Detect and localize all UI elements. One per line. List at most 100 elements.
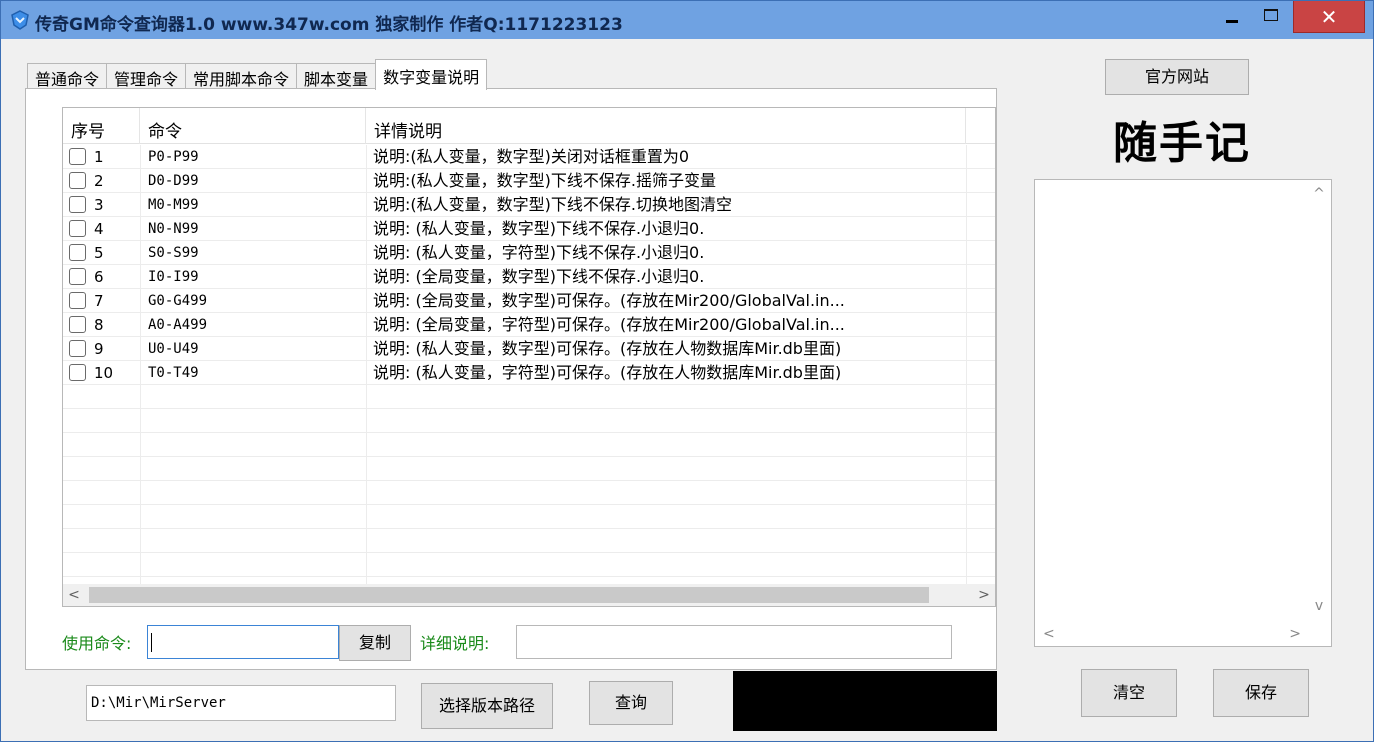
- table-row[interactable]: 2 D0-D99 说明:(私人变量，数字型)下线不保存.摇筛子变量: [63, 169, 995, 193]
- row-description: 说明:(私人变量，数字型)下线不保存.切换地图清空: [373, 195, 732, 214]
- scroll-right-icon[interactable]: >: [1289, 626, 1301, 642]
- black-panel: [733, 671, 997, 731]
- horizontal-scrollbar[interactable]: < >: [63, 584, 995, 606]
- detail-description-label: 详细说明:: [420, 634, 490, 653]
- row-checkbox[interactable]: [69, 220, 86, 237]
- row-checkbox[interactable]: [69, 316, 86, 333]
- row-command: I0-I99: [148, 269, 199, 285]
- row-description: 说明: (全局变量，字符型)可保存。(存放在Mir200/GlobalVal.i…: [373, 315, 845, 334]
- tab-admin-commands[interactable]: 管理命令: [106, 63, 187, 89]
- official-site-button[interactable]: 官方网站: [1105, 59, 1249, 95]
- column-header-description[interactable]: 详情说明: [366, 108, 966, 144]
- query-button[interactable]: 查询: [589, 681, 673, 725]
- row-checkbox[interactable]: [69, 172, 86, 189]
- table-row[interactable]: 10 T0-T49 说明: (私人变量，字符型)可保存。(存放在人物数据库Mir…: [63, 361, 995, 385]
- empty-row: [63, 433, 995, 457]
- app-icon: [11, 10, 29, 30]
- table-row[interactable]: 9 U0-U49 说明: (私人变量，数字型)可保存。(存放在人物数据库Mir.…: [63, 337, 995, 361]
- maximize-icon: [1264, 9, 1278, 21]
- list-header: 序号 命令 详情说明: [63, 108, 995, 144]
- tab-panel: 序号 命令 详情说明 1 P0-P99 说明:(私人变量，数字型)关闭对话框重置…: [25, 88, 997, 670]
- row-command: G0-G499: [148, 293, 208, 309]
- row-description: 说明: (全局变量，数字型)下线不保存.小退归0.: [373, 267, 705, 286]
- scroll-down-icon[interactable]: v: [1311, 598, 1327, 614]
- scroll-right-icon[interactable]: >: [973, 584, 995, 606]
- row-checkbox[interactable]: [69, 340, 86, 357]
- row-checkbox[interactable]: [69, 292, 86, 309]
- save-button[interactable]: 保存: [1213, 669, 1309, 717]
- table-row[interactable]: 5 S0-S99 说明: (私人变量，字符型)下线不保存.小退归0.: [63, 241, 995, 265]
- row-checkbox[interactable]: [69, 268, 86, 285]
- copy-button[interactable]: 复制: [339, 625, 411, 661]
- maximize-button[interactable]: [1253, 1, 1289, 33]
- list-rows: 1 P0-P99 说明:(私人变量，数字型)关闭对话框重置为0 2 D0-D99…: [63, 145, 995, 577]
- table-row[interactable]: 6 I0-I99 说明: (全局变量，数字型)下线不保存.小退归0.: [63, 265, 995, 289]
- empty-row: [63, 409, 995, 433]
- row-number: 3: [94, 196, 104, 214]
- empty-row: [63, 553, 995, 577]
- scroll-left-icon[interactable]: <: [1043, 626, 1055, 642]
- client-area: 普通命令 管理命令 常用脚本命令 脚本变量 数字变量说明 序号 命令 详情说明 …: [9, 39, 1365, 733]
- scroll-left-icon[interactable]: <: [63, 584, 85, 606]
- title-bar: 传奇GM命令查询器1.0 www.347w.com 独家制作 作者Q:11712…: [1, 1, 1373, 39]
- row-number: 5: [94, 244, 104, 262]
- row-number: 7: [94, 292, 104, 310]
- column-header-command[interactable]: 命令: [140, 108, 366, 144]
- use-command-input[interactable]: [147, 625, 339, 659]
- notes-title: 随手记: [1113, 118, 1251, 169]
- table-row[interactable]: 7 G0-G499 说明: (全局变量，数字型)可保存。(存放在Mir200/G…: [63, 289, 995, 313]
- text-caret: [151, 633, 152, 652]
- row-number: 8: [94, 316, 104, 334]
- row-command: P0-P99: [148, 149, 199, 165]
- row-number: 1: [94, 148, 104, 166]
- row-number: 4: [94, 220, 104, 238]
- tab-strip: 普通命令 管理命令 常用脚本命令 脚本变量 数字变量说明: [27, 59, 488, 90]
- minimize-icon: [1226, 20, 1238, 23]
- row-description: 说明:(私人变量，数字型)下线不保存.摇筛子变量: [373, 171, 716, 190]
- row-command: S0-S99: [148, 245, 199, 261]
- row-description: 说明:(私人变量，数字型)关闭对话框重置为0: [373, 147, 690, 166]
- table-row[interactable]: 8 A0-A499 说明: (全局变量，字符型)可保存。(存放在Mir200/G…: [63, 313, 995, 337]
- empty-row: [63, 505, 995, 529]
- empty-row: [63, 385, 995, 409]
- table-row[interactable]: 1 P0-P99 说明:(私人变量，数字型)关闭对话框重置为0: [63, 145, 995, 169]
- row-checkbox[interactable]: [69, 364, 86, 381]
- empty-row: [63, 481, 995, 505]
- row-command: U0-U49: [148, 341, 199, 357]
- row-number: 2: [94, 172, 104, 190]
- clear-button[interactable]: 清空: [1081, 669, 1177, 717]
- row-checkbox[interactable]: [69, 196, 86, 213]
- close-button[interactable]: ✕: [1293, 1, 1365, 33]
- row-description: 说明: (私人变量，数字型)下线不保存.小退归0.: [373, 219, 705, 238]
- table-row[interactable]: 4 N0-N99 说明: (私人变量，数字型)下线不保存.小退归0.: [63, 217, 995, 241]
- command-list[interactable]: 序号 命令 详情说明 1 P0-P99 说明:(私人变量，数字型)关闭对话框重置…: [62, 107, 996, 607]
- app-window: 传奇GM命令查询器1.0 www.347w.com 独家制作 作者Q:11712…: [0, 0, 1374, 742]
- empty-row: [63, 529, 995, 553]
- row-description: 说明: (私人变量，字符型)下线不保存.小退归0.: [373, 243, 705, 262]
- server-path-input[interactable]: D:\Mir\MirServer: [86, 685, 396, 721]
- choose-version-path-button[interactable]: 选择版本路径: [421, 683, 553, 729]
- row-number: 6: [94, 268, 104, 286]
- tab-numeric-variables[interactable]: 数字变量说明: [375, 59, 488, 90]
- row-description: 说明: (全局变量，数字型)可保存。(存放在Mir200/GlobalVal.i…: [373, 291, 845, 310]
- tab-script-variables[interactable]: 脚本变量: [296, 63, 377, 89]
- minimize-button[interactable]: [1219, 1, 1245, 33]
- tab-normal-commands[interactable]: 普通命令: [27, 63, 108, 89]
- row-checkbox[interactable]: [69, 244, 86, 261]
- row-command: M0-M99: [148, 197, 199, 213]
- tab-common-script-commands[interactable]: 常用脚本命令: [185, 63, 298, 89]
- row-description: 说明: (私人变量，数字型)可保存。(存放在人物数据库Mir.db里面): [373, 339, 842, 358]
- close-icon: ✕: [1320, 5, 1338, 29]
- table-row[interactable]: 3 M0-M99 说明:(私人变量，数字型)下线不保存.切换地图清空: [63, 193, 995, 217]
- scrollbar-thumb[interactable]: [89, 587, 929, 603]
- detail-description-input[interactable]: [516, 625, 952, 659]
- notes-textarea[interactable]: ^ v < >: [1034, 179, 1332, 647]
- scroll-up-icon[interactable]: ^: [1311, 186, 1327, 202]
- row-number: 10: [94, 364, 114, 382]
- use-command-label: 使用命令:: [62, 634, 132, 653]
- row-command: D0-D99: [148, 173, 199, 189]
- row-command: N0-N99: [148, 221, 199, 237]
- row-checkbox[interactable]: [69, 148, 86, 165]
- row-command: A0-A499: [148, 317, 208, 333]
- column-header-number[interactable]: 序号: [63, 108, 140, 144]
